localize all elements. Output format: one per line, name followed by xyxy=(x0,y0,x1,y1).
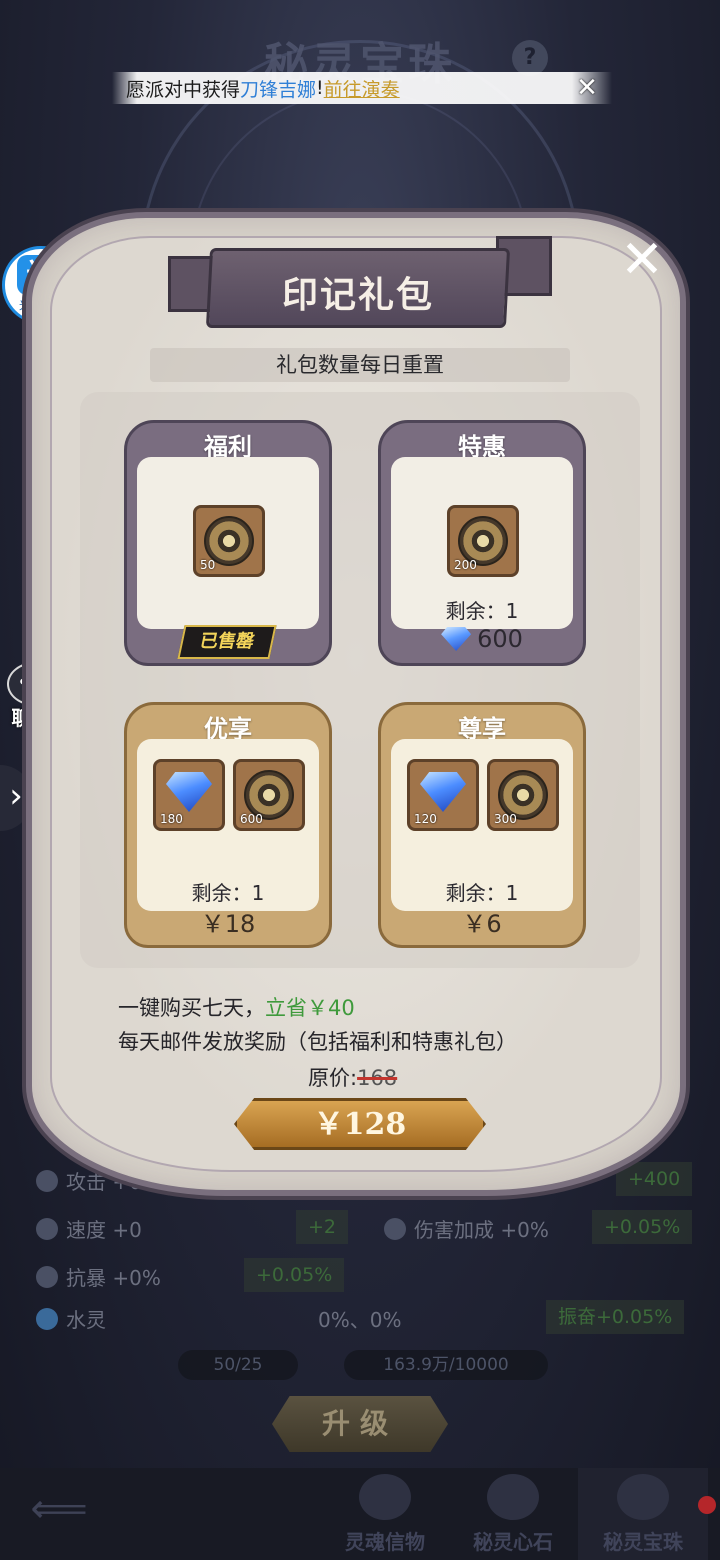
diamond-icon xyxy=(420,772,466,812)
gift-card-price: ￥18 xyxy=(200,910,256,938)
stat-damage-bonus: +0.05% xyxy=(592,1210,693,1244)
gift-card-price: ￥6 xyxy=(462,910,502,938)
stat-speed-label: 速度 +0 xyxy=(66,1218,142,1242)
tab-heart-stone-label: 秘灵心石 xyxy=(473,1530,553,1554)
item-slot[interactable]: 200 xyxy=(447,505,519,577)
boot-icon xyxy=(36,1217,58,1240)
item-qty: 180 xyxy=(160,812,183,826)
bundle-savings: 立省￥40 xyxy=(265,996,355,1020)
stat-element-bonus: 振奋+0.05% xyxy=(546,1300,685,1334)
progress-medal: 50/25 xyxy=(178,1350,298,1380)
notice-link[interactable]: 前往演奏 xyxy=(324,75,400,102)
progress-crystal-text: 163.9万/10000 xyxy=(383,1355,509,1375)
gift-card-preferred[interactable]: 优享 180 600 剩余：1 ￥18 xyxy=(124,702,332,948)
item-qty: 120 xyxy=(414,812,437,826)
stat-damage-label: 伤害加成 +0% xyxy=(414,1218,549,1242)
stat-damage: 伤害加成 +0% xyxy=(384,1214,549,1243)
progress-crystal: 163.9万/10000 xyxy=(344,1350,548,1380)
tab-soul-token-label: 灵魂信物 xyxy=(345,1530,425,1554)
item-slot[interactable]: 300 xyxy=(487,759,559,831)
water-element-icon xyxy=(36,1307,58,1330)
bundle-desc-prefix: 一键购买七天， xyxy=(118,996,265,1020)
bundle-desc-line2: 每天邮件发放奖励（包括福利和特惠礼包） xyxy=(118,1030,517,1054)
help-icon[interactable]: ? xyxy=(512,40,548,76)
crit-resist-icon xyxy=(36,1265,58,1288)
item-qty: 600 xyxy=(240,812,263,826)
stat-element-value: 0%、0% xyxy=(318,1308,402,1332)
item-slot[interactable]: 180 xyxy=(153,759,225,831)
tab-soul-token[interactable]: 灵魂信物 xyxy=(320,1468,450,1560)
stat-speed-bonus: +2 xyxy=(296,1210,349,1244)
stat-attack-bonus: +400 xyxy=(616,1162,693,1196)
item-qty: 300 xyxy=(494,812,517,826)
notice-item-name: 刀锋吉娜 xyxy=(240,78,317,101)
modal-title: 印记礼包 xyxy=(281,274,434,316)
item-qty: 50 xyxy=(200,558,216,572)
item-qty: 200 xyxy=(454,558,477,572)
price-value: 600 xyxy=(477,625,523,653)
tab-spirit-orb[interactable]: 秘灵宝珠 xyxy=(578,1468,708,1560)
close-icon[interactable]: ✕ xyxy=(574,75,600,101)
remain-count: 剩余：1 xyxy=(445,881,519,905)
stat-crit-resist-bonus: +0.05% xyxy=(244,1258,345,1292)
original-price-label: 原价: xyxy=(308,1066,358,1090)
remain-count: 剩余：1 xyxy=(191,881,265,905)
gift-card-welfare[interactable]: 福利 50 已售罄 xyxy=(124,420,332,666)
damage-icon xyxy=(384,1217,406,1240)
diamond-icon xyxy=(166,772,212,812)
back-arrow-icon[interactable]: ⟸ xyxy=(14,1480,104,1538)
progress-medal-text: 50/25 xyxy=(213,1355,263,1375)
bottom-nav: ⟸ 灵魂信物 秘灵心石 秘灵宝珠 xyxy=(0,1468,720,1560)
tab-heart-stone[interactable]: 秘灵心石 xyxy=(448,1468,578,1560)
stat-element-label: 水灵 xyxy=(66,1308,106,1332)
stat-speed: 速度 +0 xyxy=(36,1214,142,1243)
notice-bar: 愿派对中获得 刀锋吉娜 ! 前往演奏 ✕ xyxy=(112,72,612,104)
remain-count: 剩余：1 xyxy=(445,599,519,623)
reset-note: 礼包数量每日重置 xyxy=(150,348,570,382)
stat-element: 水灵 xyxy=(36,1304,106,1333)
spirit-orb-icon xyxy=(617,1474,669,1520)
original-price-value: 168 xyxy=(357,1066,398,1090)
upgrade-button[interactable]: 升级 xyxy=(272,1396,448,1452)
modal-title-ribbon: 印记礼包 xyxy=(168,236,552,332)
original-price: 原价:168 xyxy=(308,1062,397,1092)
item-slot[interactable]: 50 xyxy=(193,505,265,577)
modal-close-icon[interactable]: ✕ xyxy=(614,232,670,288)
gift-card-special[interactable]: 特惠 200 剩余：1 600 xyxy=(378,420,586,666)
item-slot[interactable]: 600 xyxy=(233,759,305,831)
stat-crit-resist: 抗暴 +0% xyxy=(36,1262,161,1291)
gift-card-price: 600 xyxy=(381,625,583,657)
soul-token-icon xyxy=(359,1474,411,1520)
tab-spirit-orb-label: 秘灵宝珠 xyxy=(603,1530,683,1554)
stat-crit-resist-label: 抗暴 +0% xyxy=(66,1266,161,1290)
sword-icon xyxy=(36,1169,58,1192)
bundle-desc-line1: 一键购买七天，立省￥40 xyxy=(118,992,355,1022)
heart-stone-icon xyxy=(487,1474,539,1520)
diamond-icon xyxy=(441,627,472,651)
item-slot[interactable]: 120 xyxy=(407,759,479,831)
gift-card-premium[interactable]: 尊享 120 300 剩余：1 ￥6 xyxy=(378,702,586,948)
notification-dot xyxy=(698,1496,716,1514)
notice-bang: ! xyxy=(316,77,324,99)
buy-bundle-button[interactable]: ￥128 xyxy=(234,1098,486,1150)
sold-out-badge: 已售罄 xyxy=(177,625,277,659)
notice-text: 愿派对中获得 xyxy=(126,78,241,101)
